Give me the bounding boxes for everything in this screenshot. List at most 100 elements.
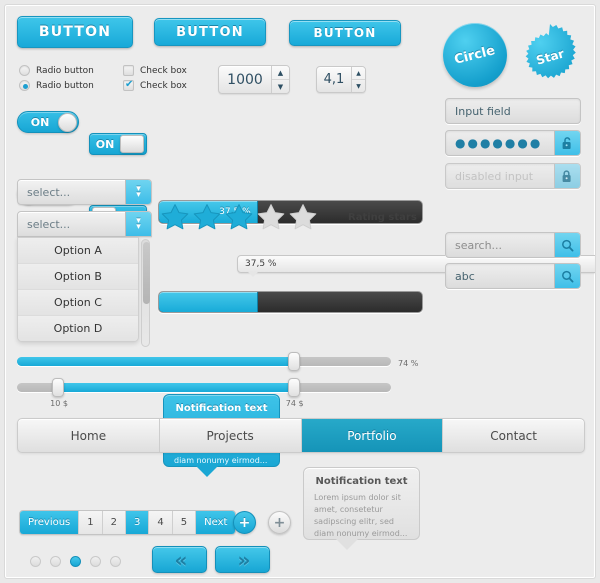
select-closed[interactable]: select... ▾ ▾: [17, 179, 152, 205]
dropdown-scrollbar-thumb[interactable]: [143, 242, 150, 304]
carousel-dot-2[interactable]: [50, 556, 61, 567]
pagination-page-1[interactable]: 1: [79, 511, 103, 534]
spinner-2-up-icon[interactable]: ▲: [352, 67, 365, 80]
select-option-b[interactable]: Option B: [18, 264, 138, 290]
circle-badge[interactable]: Circle: [443, 23, 507, 87]
radio-row-2[interactable]: Radio button: [19, 80, 94, 91]
search-icon-2[interactable]: [554, 264, 580, 288]
spinner-2-value[interactable]: 4,1: [317, 67, 351, 92]
rating-star-4[interactable]: [257, 203, 285, 234]
radio-button-checked[interactable]: [19, 80, 30, 91]
unlock-icon[interactable]: [554, 131, 580, 155]
primary-button-1[interactable]: BUTTON: [17, 16, 133, 48]
toggle-square-on[interactable]: ON: [89, 133, 147, 155]
prev-arrows-button[interactable]: «: [152, 546, 207, 573]
dropdown-scrollbar[interactable]: [141, 239, 150, 347]
text-input-value[interactable]: Input field: [446, 99, 580, 123]
select-open-label: select...: [27, 217, 71, 231]
notification-grey-body: Lorem ipsum dolor sit amet, consetetur s…: [314, 493, 408, 538]
search-input[interactable]: search...: [445, 232, 581, 258]
select-closed-label: select...: [27, 185, 71, 199]
toggle-square-on-knob[interactable]: [120, 135, 144, 153]
carousel-dot-5[interactable]: [110, 556, 121, 567]
autocomplete-input-value[interactable]: abc: [446, 264, 554, 288]
carousel-dot-1[interactable]: [30, 556, 41, 567]
toggle-square-on-label: ON: [95, 137, 115, 151]
next-arrows-button[interactable]: »: [215, 546, 270, 573]
add-button-grey[interactable]: +: [268, 511, 291, 534]
slider-single-track[interactable]: [17, 352, 391, 371]
password-input-value[interactable]: ●●●●●●●: [446, 131, 554, 155]
notification-grey-tail: [336, 539, 358, 550]
slider-range-handle-min[interactable]: [52, 378, 65, 397]
carousel-dot-3[interactable]: [70, 556, 81, 567]
select-option-c[interactable]: Option C: [18, 290, 138, 316]
chevron-double-down-icon[interactable]: ▾ ▾: [125, 180, 151, 204]
spinner-1-value[interactable]: 1000: [219, 66, 271, 93]
nav-tab-portfolio[interactable]: Portfolio: [301, 419, 444, 452]
password-input[interactable]: ●●●●●●●: [445, 130, 581, 156]
add-button-blue[interactable]: +: [233, 511, 256, 534]
text-input[interactable]: Input field: [445, 98, 581, 124]
radio-button-unchecked[interactable]: [19, 65, 30, 76]
slider-range-min-label: 10 $: [50, 399, 68, 408]
chevron-double-down-icon-open[interactable]: ▾ ▾: [125, 212, 151, 236]
pagination-next[interactable]: Next: [196, 511, 236, 534]
primary-button-2[interactable]: BUTTON: [154, 18, 266, 46]
pagination-page-2[interactable]: 2: [102, 511, 127, 534]
spinner-2-down-icon[interactable]: ▼: [352, 80, 365, 92]
rating-star-1[interactable]: [161, 203, 189, 234]
toggle-round-on-knob[interactable]: [58, 112, 77, 132]
primary-button-3[interactable]: BUTTON: [289, 20, 401, 46]
radio-row-1[interactable]: Radio button: [19, 65, 94, 76]
rating-stars[interactable]: [161, 203, 317, 234]
pagination-previous[interactable]: Previous: [20, 511, 80, 534]
autocomplete-input[interactable]: abc: [445, 263, 581, 289]
rating-star-3[interactable]: [225, 203, 253, 234]
checkbox-row-2[interactable]: Check box: [123, 79, 187, 91]
slider-single[interactable]: [17, 352, 391, 371]
slider-single-handle[interactable]: [287, 352, 300, 371]
pagination[interactable]: Previous 1 2 3 4 5 Next: [19, 510, 237, 535]
next-arrows-label: »: [237, 547, 251, 572]
star-badge[interactable]: Star: [525, 24, 576, 79]
nav-tab-home[interactable]: Home: [18, 419, 160, 452]
nav-tab-contact[interactable]: Contact: [443, 419, 584, 452]
checkbox-checked[interactable]: [123, 79, 134, 91]
carousel-dot-4[interactable]: [90, 556, 101, 567]
slider-range[interactable]: [17, 378, 391, 397]
progress-bar-plain-fill: [159, 292, 258, 312]
checkbox-unchecked[interactable]: [123, 65, 134, 76]
slider-range-track[interactable]: [17, 378, 391, 397]
select-option-a[interactable]: Option A: [18, 238, 138, 264]
pagination-page-3[interactable]: 3: [126, 511, 150, 534]
radio-label-1: Radio button: [36, 65, 94, 76]
search-icon[interactable]: [554, 233, 580, 257]
checkbox-row-1[interactable]: Check box: [123, 65, 187, 76]
pagination-page-4[interactable]: 4: [149, 511, 173, 534]
carousel-dots[interactable]: [30, 556, 121, 567]
search-input-placeholder[interactable]: search...: [446, 233, 554, 257]
slider-single-value: 74 %: [398, 359, 419, 368]
pagination-page-5[interactable]: 5: [172, 511, 197, 534]
rating-star-5[interactable]: [289, 203, 317, 234]
spinner-1-down-icon[interactable]: ▼: [272, 80, 289, 93]
toggle-round-on[interactable]: ON: [17, 111, 79, 133]
nav-tab-projects[interactable]: Projects: [160, 419, 302, 452]
rating-stars-label: Rating stars: [348, 212, 417, 223]
select-dropdown-list[interactable]: Option A Option B Option C Option D: [17, 237, 139, 342]
rating-star-2[interactable]: [193, 203, 221, 234]
main-navbar[interactable]: Home Projects Portfolio Contact: [17, 418, 585, 453]
select-open[interactable]: select... ▾ ▾: [17, 211, 152, 237]
select-option-d[interactable]: Option D: [18, 316, 138, 341]
slider-range-max-label: 74 $: [285, 399, 304, 408]
number-spinner-1[interactable]: 1000 ▲ ▼: [218, 65, 290, 94]
spinner-2-buttons: ▲ ▼: [351, 67, 365, 92]
disabled-input-placeholder: disabled input: [455, 169, 534, 183]
add-button-blue-label: +: [238, 514, 251, 531]
lock-icon: [554, 164, 580, 188]
number-spinner-2[interactable]: 4,1 ▲ ▼: [316, 66, 366, 93]
spinner-1-up-icon[interactable]: ▲: [272, 66, 289, 80]
slider-single-fill: [17, 357, 294, 366]
slider-range-handle-max[interactable]: [287, 378, 300, 397]
